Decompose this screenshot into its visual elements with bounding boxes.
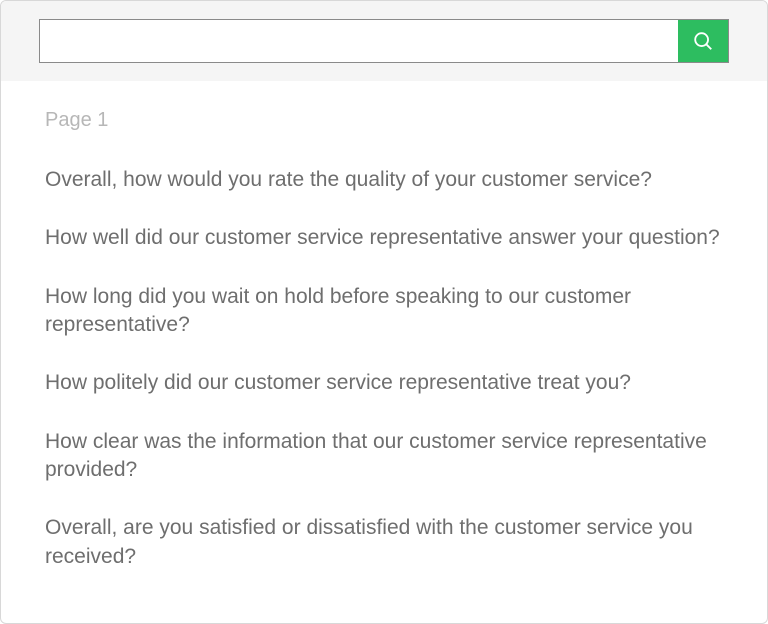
search-bar-wrapper xyxy=(1,1,767,81)
search-bar xyxy=(39,19,729,63)
question-item[interactable]: How politely did our customer service re… xyxy=(45,369,723,397)
search-input[interactable] xyxy=(40,20,678,62)
question-item[interactable]: How well did our customer service repres… xyxy=(45,224,723,252)
content-area: Page 1 Overall, how would you rate the q… xyxy=(1,81,767,571)
page-container: Page 1 Overall, how would you rate the q… xyxy=(0,0,768,624)
question-item[interactable]: Overall, are you satisfied or dissatisfi… xyxy=(45,514,723,571)
question-item[interactable]: How long did you wait on hold before spe… xyxy=(45,283,723,340)
search-button[interactable] xyxy=(678,20,728,62)
question-item[interactable]: How clear was the information that our c… xyxy=(45,428,723,485)
search-icon xyxy=(692,30,714,52)
question-item[interactable]: Overall, how would you rate the quality … xyxy=(45,166,723,194)
page-label: Page 1 xyxy=(45,109,723,132)
